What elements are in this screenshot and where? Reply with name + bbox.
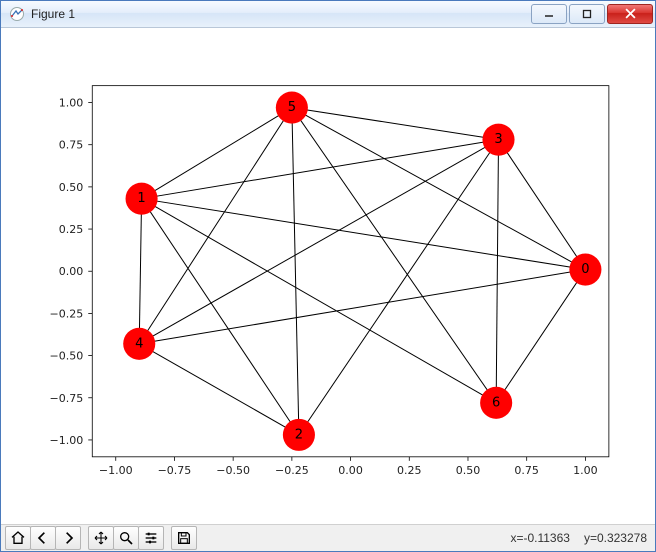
statusbar: x=-0.11363 y=0.323278 xyxy=(1,524,655,551)
svg-text:0.75: 0.75 xyxy=(514,464,539,477)
svg-text:0.50: 0.50 xyxy=(59,181,84,194)
app-icon xyxy=(9,6,25,22)
coord-x: x=-0.11363 xyxy=(510,531,570,545)
plot-canvas[interactable]: −1.00 −0.75 −0.50 −0.25 0.00 0.25 0.50 0.75 1.00… xyxy=(7,34,649,519)
svg-text:6: 6 xyxy=(492,395,500,410)
svg-text:−1.00: −1.00 xyxy=(99,464,133,477)
svg-text:0.25: 0.25 xyxy=(397,464,422,477)
svg-text:−0.25: −0.25 xyxy=(49,307,83,320)
save-button[interactable] xyxy=(171,526,197,550)
svg-text:0.00: 0.00 xyxy=(338,464,363,477)
svg-text:−0.25: −0.25 xyxy=(275,464,309,477)
svg-text:−0.75: −0.75 xyxy=(158,464,192,477)
content-area: −1.00 −0.75 −0.50 −0.25 0.00 0.25 0.50 0.75 1.00… xyxy=(1,28,655,525)
home-button[interactable] xyxy=(5,526,31,550)
svg-text:−0.50: −0.50 xyxy=(216,464,250,477)
svg-text:1: 1 xyxy=(137,191,145,206)
maximize-button[interactable] xyxy=(569,4,605,24)
close-button[interactable] xyxy=(607,4,653,24)
svg-text:0: 0 xyxy=(581,262,589,277)
svg-text:2: 2 xyxy=(295,427,303,442)
zoom-button[interactable] xyxy=(113,526,139,550)
toolbar xyxy=(5,526,204,550)
svg-text:4: 4 xyxy=(135,336,143,351)
svg-text:5: 5 xyxy=(288,100,296,115)
forward-button[interactable] xyxy=(55,526,81,550)
svg-text:−0.50: −0.50 xyxy=(49,349,83,362)
svg-text:0.75: 0.75 xyxy=(59,138,84,151)
cursor-coords: x=-0.11363 y=0.323278 xyxy=(510,531,647,545)
pan-button[interactable] xyxy=(88,526,114,550)
back-button[interactable] xyxy=(30,526,56,550)
app-window: Figure 1 −1.00 −0.75 −0.50 −0.25 0.00 0.25 0.5… xyxy=(0,0,656,552)
svg-text:0.00: 0.00 xyxy=(59,265,84,278)
svg-text:3: 3 xyxy=(494,132,502,147)
coord-y: y=0.323278 xyxy=(584,531,647,545)
svg-text:0.50: 0.50 xyxy=(456,464,481,477)
window-title: Figure 1 xyxy=(31,7,529,21)
svg-text:−1.00: −1.00 xyxy=(49,434,83,447)
svg-text:−0.75: −0.75 xyxy=(49,392,83,405)
minimize-button[interactable] xyxy=(531,4,567,24)
svg-text:0.25: 0.25 xyxy=(59,223,84,236)
config-button[interactable] xyxy=(138,526,164,550)
window-controls xyxy=(529,4,653,24)
svg-text:1.00: 1.00 xyxy=(573,464,598,477)
titlebar[interactable]: Figure 1 xyxy=(1,1,655,28)
svg-text:1.00: 1.00 xyxy=(59,96,84,109)
